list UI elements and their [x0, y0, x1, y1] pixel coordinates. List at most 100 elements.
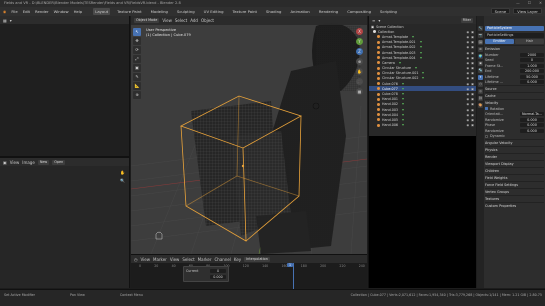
field-weights-panel-header[interactable]: Field Weights [485, 174, 544, 181]
hair-button[interactable]: Hair [515, 39, 544, 44]
camera-view-icon[interactable]: 🎥 [356, 78, 363, 85]
cache-panel-header[interactable]: Cache [485, 92, 544, 99]
eye-icon[interactable]: ◉ [467, 56, 470, 60]
particle-settings-field[interactable]: ParticleSettings [485, 33, 544, 38]
physics-panel-header[interactable]: Physics [485, 146, 544, 153]
data-tab-icon[interactable]: ⛓ [478, 96, 483, 101]
orientation-dropdown[interactable]: Normal-Ta... [520, 112, 544, 117]
render-camera-icon[interactable]: ▣ [471, 108, 474, 112]
menu-key[interactable]: Key [234, 257, 241, 262]
render-camera-icon[interactable]: ▣ [471, 40, 474, 44]
object-tab-icon[interactable]: ▣ [478, 61, 483, 66]
eye-icon[interactable]: ◉ [467, 97, 470, 101]
add-cube-tool-icon[interactable]: ⊕ [133, 91, 141, 99]
emission-panel-header[interactable]: Emission [485, 45, 544, 52]
display-mode-chevron-icon[interactable]: ▾ [378, 18, 380, 23]
menu-edit[interactable]: Edit [23, 9, 30, 14]
menu-render[interactable]: Render [35, 9, 49, 14]
eye-icon[interactable]: ◉ [467, 102, 470, 106]
frame-start-field[interactable]: 1.000 [520, 63, 544, 68]
ortho-toggle-icon[interactable]: ▦ [356, 88, 363, 95]
eye-icon[interactable]: ◉ [467, 92, 470, 96]
randomize-field[interactable]: 0.000 [520, 117, 544, 122]
eye-icon[interactable]: ◉ [467, 35, 470, 39]
eye-icon[interactable]: ◉ [467, 61, 470, 65]
eye-icon[interactable]: ◉ [467, 51, 470, 55]
menu-view[interactable]: View [10, 160, 20, 165]
phase-field[interactable]: 0.000 [520, 123, 544, 128]
dynamic-checkbox[interactable] [485, 134, 488, 138]
menu-object[interactable]: Object [201, 18, 214, 23]
angular-velocity-panel-header[interactable]: Angular Velocity [485, 139, 544, 146]
outliner-filter-button[interactable]: Filter [460, 17, 473, 23]
physics-tab-icon[interactable]: ⬡ [478, 82, 483, 87]
render-camera-icon[interactable]: ▣ [471, 30, 474, 34]
menu-add[interactable]: Add [190, 18, 198, 23]
workspace-tab-shading[interactable]: Shading [264, 8, 283, 15]
emitter-button[interactable]: Emitter [485, 39, 514, 44]
zoom-icon[interactable]: ⊕ [356, 58, 363, 65]
render-camera-icon[interactable]: ▣ [471, 118, 474, 122]
eye-icon[interactable]: ◉ [467, 40, 470, 44]
menu-view-2[interactable]: View [170, 257, 180, 262]
object-mode-dropdown[interactable]: Object Mode [134, 18, 160, 23]
eye-icon[interactable]: ◉ [467, 66, 470, 70]
open-image-button[interactable]: Open [52, 159, 66, 165]
render-camera-icon[interactable]: ▣ [471, 82, 474, 86]
menu-view[interactable]: View [141, 257, 151, 262]
eye-icon[interactable]: ◉ [467, 123, 470, 127]
workspace-tab-texture-paint-2[interactable]: Texture Paint [230, 8, 259, 15]
editor-type-chevron-icon[interactable]: ▾ [10, 18, 12, 23]
render-tab-icon[interactable]: 📷 [478, 33, 483, 38]
eye-icon[interactable]: ◉ [467, 45, 470, 49]
menu-help[interactable]: Help [74, 9, 83, 14]
render-camera-icon[interactable]: ▣ [471, 92, 474, 96]
measure-tool-icon[interactable]: 📐 [133, 82, 141, 90]
new-image-button[interactable]: New [37, 159, 50, 165]
velocity-panel-header[interactable]: Velocity [485, 99, 544, 106]
workspace-tab-scripting[interactable]: Scripting [378, 8, 399, 15]
workspace-tab-layout[interactable]: Layout [93, 8, 111, 15]
render-panel-header[interactable]: Render [485, 153, 544, 160]
render-camera-icon[interactable]: ▣ [471, 45, 474, 49]
custom-properties-panel-header[interactable]: Custom Properties [485, 202, 544, 209]
blender-logo-icon[interactable]: ◉ [3, 9, 6, 14]
timeline-editor-icon[interactable]: ◷ [134, 257, 138, 262]
menu-view[interactable]: View [162, 18, 172, 23]
close-icon[interactable]: ✕ [539, 0, 542, 7]
render-camera-icon[interactable]: ▣ [471, 35, 474, 39]
menu-file[interactable]: File [11, 9, 17, 14]
render-camera-icon[interactable]: ▣ [471, 66, 474, 70]
annotate-tool-icon[interactable]: ✎ [133, 73, 141, 81]
outliner-row[interactable]: Hand.006 ◉ ▣ [369, 123, 476, 128]
render-camera-icon[interactable]: ▣ [471, 123, 474, 127]
popup-current-field[interactable]: 0 [210, 269, 226, 273]
children-panel-header[interactable]: Children [485, 167, 544, 174]
workspace-tab-uv-editing[interactable]: UV Editing [202, 8, 226, 15]
seed-field[interactable]: 0 [520, 58, 544, 63]
render-camera-icon[interactable]: ▣ [471, 113, 474, 117]
force-field-settings-panel-header[interactable]: Force Field Settings [485, 181, 544, 188]
eye-icon[interactable]: ◉ [467, 71, 470, 75]
particles-tab-icon[interactable]: ✦ [478, 75, 483, 80]
render-camera-icon[interactable]: ▣ [471, 102, 474, 106]
maximize-icon[interactable]: ☐ [528, 0, 531, 7]
randomize-phase-field[interactable]: 0.000 [520, 128, 544, 133]
z-axis-icon[interactable]: Z [356, 48, 363, 55]
end-field[interactable]: 200.000 [520, 69, 544, 74]
menu-select[interactable]: Select [182, 257, 194, 262]
viewport-display-panel-header[interactable]: Viewport Display [485, 160, 544, 167]
x-axis-icon[interactable]: X [356, 28, 363, 35]
workspace-tab-rendering[interactable]: Rendering [317, 8, 340, 15]
view-layer-field[interactable]: View Layer [513, 8, 542, 14]
vertex-groups-panel-header[interactable]: Vertex Groups [485, 188, 544, 195]
constraints-tab-icon[interactable]: ◎ [478, 89, 483, 94]
eye-icon[interactable]: ◉ [467, 30, 470, 34]
eye-icon[interactable]: ◉ [467, 87, 470, 91]
eye-icon[interactable]: ◉ [467, 118, 470, 122]
render-camera-icon[interactable]: ▣ [471, 97, 474, 101]
textures-panel-header[interactable]: Textures [485, 195, 544, 202]
rotate-tool-icon[interactable]: ⟳ [133, 46, 141, 54]
outliner[interactable]: ≡ ▾ Filter ▣ Scene Collection Collection… [368, 16, 476, 136]
popup-value-field[interactable]: 0.000 [210, 274, 226, 279]
